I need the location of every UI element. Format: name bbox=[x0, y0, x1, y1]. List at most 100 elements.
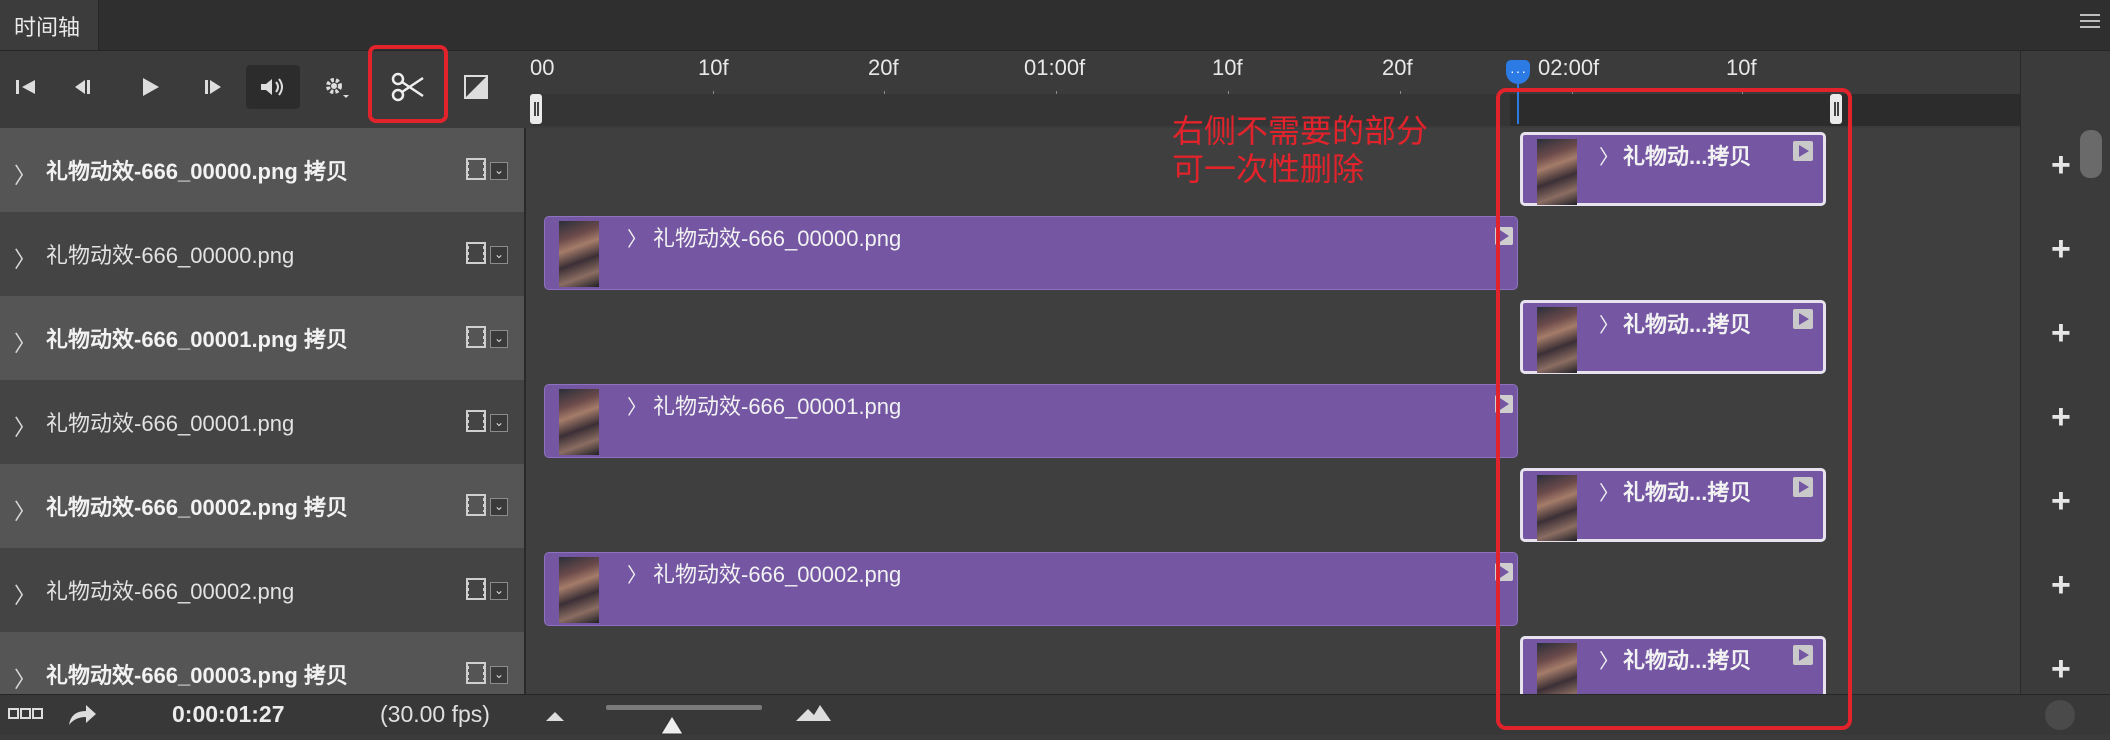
previous-frame-button[interactable] bbox=[66, 65, 102, 109]
layer-label-cell[interactable]: 〉 礼物动效-666_00001.png 拷贝 ⌄ bbox=[0, 296, 526, 380]
ruler-label: 20f bbox=[1382, 55, 1413, 80]
expand-chevron-icon[interactable]: 〉 bbox=[14, 326, 36, 358]
delete-region-highlight-box bbox=[1496, 88, 1852, 730]
playhead-grip-icon: ··· bbox=[1510, 63, 1527, 79]
chevron-down-icon[interactable]: ⌄ bbox=[490, 498, 508, 516]
add-media-button[interactable]: + bbox=[2051, 398, 2071, 437]
timeline-tab-label: 时间轴 bbox=[14, 15, 81, 40]
film-icon[interactable] bbox=[466, 410, 486, 432]
expand-chevron-icon[interactable]: 〉 bbox=[14, 242, 36, 274]
resize-corner bbox=[2045, 700, 2075, 730]
add-media-cell: + bbox=[2020, 632, 2110, 694]
layer-clip[interactable]: 〉 礼物动效-666_00002.png bbox=[544, 552, 1518, 626]
add-media-button[interactable]: + bbox=[2051, 314, 2071, 353]
film-icon[interactable] bbox=[466, 326, 486, 348]
annotation-line-2: 可一次性删除 bbox=[1172, 151, 1365, 187]
audio-toggle-button[interactable] bbox=[246, 65, 300, 109]
speaker-icon bbox=[261, 78, 283, 96]
ruler-right-spacer bbox=[2020, 51, 2110, 128]
transition-icon bbox=[464, 75, 488, 99]
layer-label-cell[interactable]: 〉 礼物动效-666_00002.png 拷贝 ⌄ bbox=[0, 464, 526, 548]
zoom-in-icon[interactable] bbox=[796, 703, 832, 728]
frame-rate: (30.00 fps) bbox=[380, 701, 490, 727]
film-icon[interactable] bbox=[466, 158, 486, 180]
expand-chevron-icon[interactable]: 〉 bbox=[14, 158, 36, 190]
clip-expand-icon[interactable]: 〉 bbox=[627, 559, 647, 588]
layer-label-cell[interactable]: 〉 礼物动效-666_00001.png ⌄ bbox=[0, 380, 526, 464]
render-video-icon[interactable] bbox=[66, 701, 98, 732]
film-icon[interactable] bbox=[466, 578, 486, 600]
film-icon[interactable] bbox=[466, 242, 486, 264]
convert-to-frame-animation-icon[interactable] bbox=[8, 707, 44, 726]
add-media-cell: + bbox=[2020, 212, 2110, 296]
add-media-cell: + bbox=[2020, 464, 2110, 548]
clip-thumbnail bbox=[559, 557, 599, 623]
zoom-out-icon[interactable] bbox=[546, 709, 566, 727]
chevron-down-icon[interactable]: ⌄ bbox=[490, 666, 508, 684]
layer-label-cell[interactable]: 〉 礼物动效-666_00003.png 拷贝 ⌄ bbox=[0, 632, 526, 694]
annotation-note: 右侧不需要的部分 可一次性删除 bbox=[1172, 112, 1428, 188]
panel-menu-icon[interactable] bbox=[2080, 14, 2100, 30]
panel-tab-bar: 时间轴 bbox=[0, 0, 2110, 51]
chevron-down-icon[interactable]: ⌄ bbox=[490, 246, 508, 264]
film-icon[interactable] bbox=[466, 662, 486, 684]
layer-name: 礼物动效-666_00001.png bbox=[46, 411, 295, 436]
scissors-highlight-box bbox=[368, 45, 448, 123]
zoom-slider-thumb[interactable] bbox=[660, 715, 684, 740]
chevron-down-icon[interactable]: ⌄ bbox=[490, 414, 508, 432]
add-media-cell: + bbox=[2020, 380, 2110, 464]
ruler-label: 20f bbox=[868, 55, 899, 80]
current-time: 0:00:01:27 bbox=[172, 701, 285, 727]
next-frame-button[interactable] bbox=[194, 65, 230, 109]
clip-expand-icon[interactable]: 〉 bbox=[627, 391, 647, 420]
work-area-start-handle[interactable] bbox=[530, 94, 542, 124]
ruler-label: 10f bbox=[698, 55, 729, 80]
timeline-tab[interactable]: 时间轴 bbox=[0, 0, 99, 50]
layer-label-cell[interactable]: 〉 礼物动效-666_00002.png ⌄ bbox=[0, 548, 526, 632]
vertical-scrollbar-thumb[interactable] bbox=[2080, 130, 2102, 178]
clip-thumbnail bbox=[559, 221, 599, 287]
ruler-label: 10f bbox=[1212, 55, 1243, 80]
layer-name: 礼物动效-666_00002.png 拷贝 bbox=[46, 495, 348, 520]
layer-clip[interactable]: 〉 礼物动效-666_00000.png bbox=[544, 216, 1518, 290]
add-media-cell: + bbox=[2020, 548, 2110, 632]
layer-name: 礼物动效-666_00002.png bbox=[46, 579, 295, 604]
clip-label: 礼物动效-666_00000.png bbox=[653, 226, 902, 251]
layer-clip[interactable]: 〉 礼物动效-666_00001.png bbox=[544, 384, 1518, 458]
add-media-button[interactable]: + bbox=[2051, 482, 2071, 521]
add-media-cell: + bbox=[2020, 296, 2110, 380]
ruler-label: 00 bbox=[530, 55, 555, 80]
chevron-down-icon[interactable]: ⌄ bbox=[490, 162, 508, 180]
ruler-label: 02:00f bbox=[1538, 55, 1600, 80]
film-icon[interactable] bbox=[466, 494, 486, 516]
annotation-line-1: 右侧不需要的部分 bbox=[1172, 113, 1429, 149]
clip-thumbnail bbox=[559, 389, 599, 455]
zoom-slider[interactable] bbox=[606, 705, 762, 710]
add-media-button[interactable]: + bbox=[2051, 650, 2071, 689]
ruler-label: 10f bbox=[1726, 55, 1757, 80]
clip-label: 礼物动效-666_00001.png bbox=[653, 394, 902, 419]
add-media-button[interactable]: + bbox=[2051, 230, 2071, 269]
play-button[interactable] bbox=[132, 65, 168, 109]
transition-button[interactable] bbox=[458, 65, 494, 109]
chevron-down-icon[interactable]: ⌄ bbox=[490, 330, 508, 348]
add-media-button[interactable]: + bbox=[2051, 566, 2071, 605]
layer-name: 礼物动效-666_00001.png 拷贝 bbox=[46, 327, 348, 352]
expand-chevron-icon[interactable]: 〉 bbox=[14, 410, 36, 442]
chevron-down-icon[interactable]: ⌄ bbox=[490, 582, 508, 600]
layer-name: 礼物动效-666_00000.png bbox=[46, 243, 295, 268]
clip-label: 礼物动效-666_00002.png bbox=[653, 562, 902, 587]
add-media-button[interactable]: + bbox=[2051, 146, 2071, 185]
settings-gear-button[interactable] bbox=[318, 65, 354, 109]
layer-name: 礼物动效-666_00003.png 拷贝 bbox=[46, 663, 348, 688]
clip-expand-icon[interactable]: 〉 bbox=[627, 223, 647, 252]
expand-chevron-icon[interactable]: 〉 bbox=[14, 494, 36, 526]
expand-chevron-icon[interactable]: 〉 bbox=[14, 578, 36, 610]
first-frame-button[interactable] bbox=[8, 65, 44, 109]
expand-chevron-icon[interactable]: 〉 bbox=[14, 662, 36, 694]
layer-name: 礼物动效-666_00000.png 拷贝 bbox=[46, 159, 348, 184]
gear-icon bbox=[326, 78, 349, 98]
layer-label-cell[interactable]: 〉 礼物动效-666_00000.png ⌄ bbox=[0, 212, 526, 296]
layer-label-cell[interactable]: 〉 礼物动效-666_00000.png 拷贝 ⌄ bbox=[0, 128, 526, 212]
ruler-label: 01:00f bbox=[1024, 55, 1086, 80]
